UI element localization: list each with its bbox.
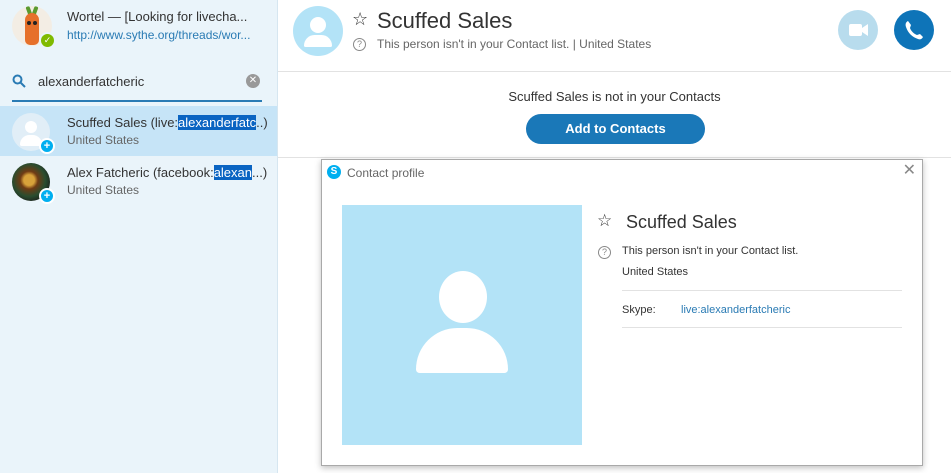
- dialog-title: Contact profile: [347, 166, 425, 180]
- video-icon: [849, 24, 868, 36]
- divider: [622, 290, 902, 291]
- profile-picture: [342, 205, 582, 445]
- search-box[interactable]: alexanderfatcheric ✕: [12, 66, 262, 102]
- online-status-icon: ✓: [39, 32, 56, 49]
- divider: [278, 71, 951, 72]
- search-icon: [12, 74, 26, 88]
- search-input[interactable]: alexanderfatcheric: [38, 74, 144, 89]
- divider: [278, 157, 951, 158]
- star-icon[interactable]: ☆: [597, 211, 612, 231]
- result-name: Scuffed Sales (live:alexanderfatc..): [67, 115, 268, 130]
- question-icon: ?: [598, 246, 611, 259]
- profile-name: Scuffed Sales: [626, 212, 737, 232]
- sidebar: ✓ Wortel — [Looking for livecha... http:…: [0, 0, 278, 473]
- profile-location: United States: [622, 266, 689, 278]
- close-icon[interactable]: ✕: [903, 163, 916, 179]
- my-mood-link[interactable]: http://www.sythe.org/threads/wor...: [67, 28, 250, 42]
- contact-name[interactable]: Scuffed Sales: [377, 8, 512, 34]
- divider: [622, 327, 902, 328]
- star-icon[interactable]: ☆: [352, 9, 368, 30]
- add-contact-badge-icon: +: [39, 138, 55, 154]
- add-contact-badge-icon: +: [39, 188, 55, 204]
- contact-profile-dialog: S Contact profile ✕ ☆ Scuffed Sales ? Th…: [321, 159, 923, 466]
- skype-logo-icon: S: [327, 165, 341, 179]
- my-name: Wortel — [Looking for livecha...: [67, 9, 248, 24]
- skype-id-link[interactable]: live:alexanderfatcheric: [681, 304, 790, 316]
- call-button[interactable]: [894, 10, 934, 50]
- phone-icon: [905, 21, 923, 40]
- result-location: United States: [67, 183, 140, 197]
- skype-id-label: Skype:: [622, 304, 656, 316]
- result-name: Alex Fatcheric (facebook:alexan...): [67, 165, 268, 180]
- result-location: United States: [67, 133, 140, 147]
- search-result-item[interactable]: + Scuffed Sales (live:alexanderfatc..) U…: [0, 106, 277, 156]
- not-in-contacts-notice: Scuffed Sales is not in your Contacts: [508, 89, 721, 104]
- clear-icon[interactable]: ✕: [246, 74, 260, 88]
- search-result-item[interactable]: + Alex Fatcheric (facebook:alexan...) Un…: [0, 156, 277, 206]
- question-icon: ?: [353, 38, 366, 51]
- profile-status: This person isn't in your Contact list.: [622, 245, 799, 257]
- contact-status: This person isn't in your Contact list. …: [377, 37, 652, 51]
- add-to-contacts-button[interactable]: Add to Contacts: [526, 114, 705, 144]
- video-call-button[interactable]: [838, 10, 878, 50]
- contact-avatar[interactable]: [293, 6, 343, 56]
- my-profile[interactable]: ✓ Wortel — [Looking for livecha... http:…: [0, 0, 277, 52]
